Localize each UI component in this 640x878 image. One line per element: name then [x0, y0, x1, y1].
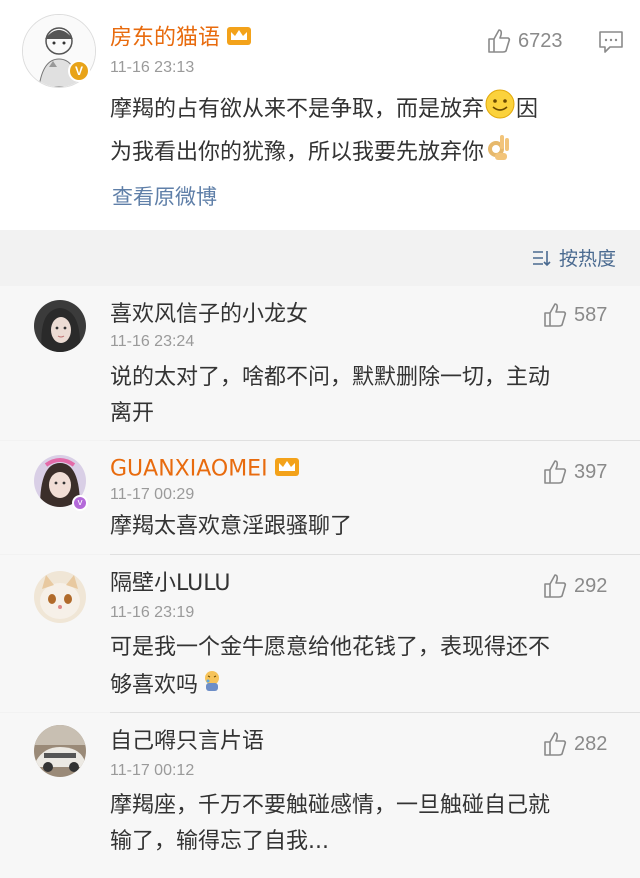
- post-text: 摩羯的占有欲从来不是争取，而是放弃因 为我看出你的犹豫，所以我要先放弃你: [110, 88, 620, 174]
- comment-like-count: 587: [574, 303, 608, 326]
- thumb-up-icon: [544, 732, 567, 756]
- thumb-up-icon: [544, 303, 567, 327]
- comment-like-button[interactable]: 397: [542, 459, 607, 485]
- commenter-avatar[interactable]: [34, 571, 86, 623]
- post-time: 11-16 23:13: [110, 59, 195, 76]
- commenter-avatar[interactable]: [34, 725, 86, 777]
- smile-emoji-icon: [484, 88, 516, 132]
- comment-item: 自己嘚只言片语 11-17 00:12 282 摩羯座，千万不要触碰感情，一旦触…: [0, 713, 640, 878]
- comment-author-name[interactable]: 喜欢风信子的小龙女: [110, 302, 308, 328]
- comment-author-name[interactable]: 隔壁小LULU: [110, 571, 231, 597]
- comment-like-count: 292: [574, 574, 608, 597]
- comment-time: 11-17 00:12: [110, 762, 195, 779]
- thumb-up-icon: [544, 574, 567, 598]
- post-like-count: 6723: [518, 29, 563, 52]
- original-post: V 房东的猫语 11-16 23:13 6723 摩羯的占有欲从来不是争取，而是…: [0, 0, 640, 230]
- post-like-button[interactable]: 6723: [486, 28, 563, 54]
- thumb-up-icon: [544, 460, 567, 484]
- comment-item: 喜欢风信子的小龙女 11-16 23:24 587 说的太对了，啥都不问，默默删…: [0, 286, 640, 440]
- cry-emoji-icon: [198, 666, 226, 706]
- vip-badge-icon: v: [72, 495, 88, 511]
- thumb-up-icon: [488, 29, 511, 53]
- comment-text: 摩羯太喜欢意淫跟骚聊了: [110, 514, 353, 539]
- comment-time: 11-16 23:24: [110, 333, 195, 350]
- comment-like-count: 282: [574, 732, 608, 755]
- comment-text: 可是我一个金牛愿意给他花钱了，表现得还不 够喜欢吗: [110, 630, 620, 706]
- sort-icon: [532, 250, 551, 266]
- comment-time: 11-16 23:19: [110, 604, 195, 621]
- comment-like-button[interactable]: 282: [542, 731, 607, 757]
- commenter-avatar[interactable]: [34, 300, 86, 352]
- comment-item: 隔壁小LULU 11-16 23:19 292 可是我一个金牛愿意给他花钱了，表…: [0, 555, 640, 712]
- comment-author-name[interactable]: GUANXIAOMEI: [110, 455, 300, 484]
- post-author-name[interactable]: 房东的猫语: [110, 24, 252, 53]
- comment-like-button[interactable]: 292: [542, 573, 607, 599]
- comment-time: 11-17 00:29: [110, 486, 195, 503]
- comment-text: 说的太对了，啥都不问，默默删除一切，主动 离开: [110, 365, 551, 426]
- sort-by-hot-button[interactable]: 按热度: [531, 244, 616, 271]
- comment-item: v GUANXIAOMEI 11-17 00:29 397 摩羯太喜欢意淫跟骚聊…: [0, 441, 640, 554]
- view-original-link[interactable]: 查看原微博: [112, 181, 217, 211]
- sort-label: 按热度: [558, 248, 616, 270]
- comment-icon[interactable]: [598, 30, 624, 58]
- crown-icon: [226, 24, 252, 53]
- verified-badge-icon: V: [68, 60, 90, 82]
- comment-text: 摩羯座，千万不要触碰感情，一旦触碰自己就 输了，输得忘了自我...: [110, 793, 551, 854]
- comment-author-name[interactable]: 自己嘚只言片语: [110, 729, 264, 755]
- crown-icon: [274, 455, 300, 484]
- comment-like-button[interactable]: 587: [542, 302, 607, 328]
- comment-like-count: 397: [574, 460, 608, 483]
- ok-hand-emoji-icon: [484, 132, 514, 174]
